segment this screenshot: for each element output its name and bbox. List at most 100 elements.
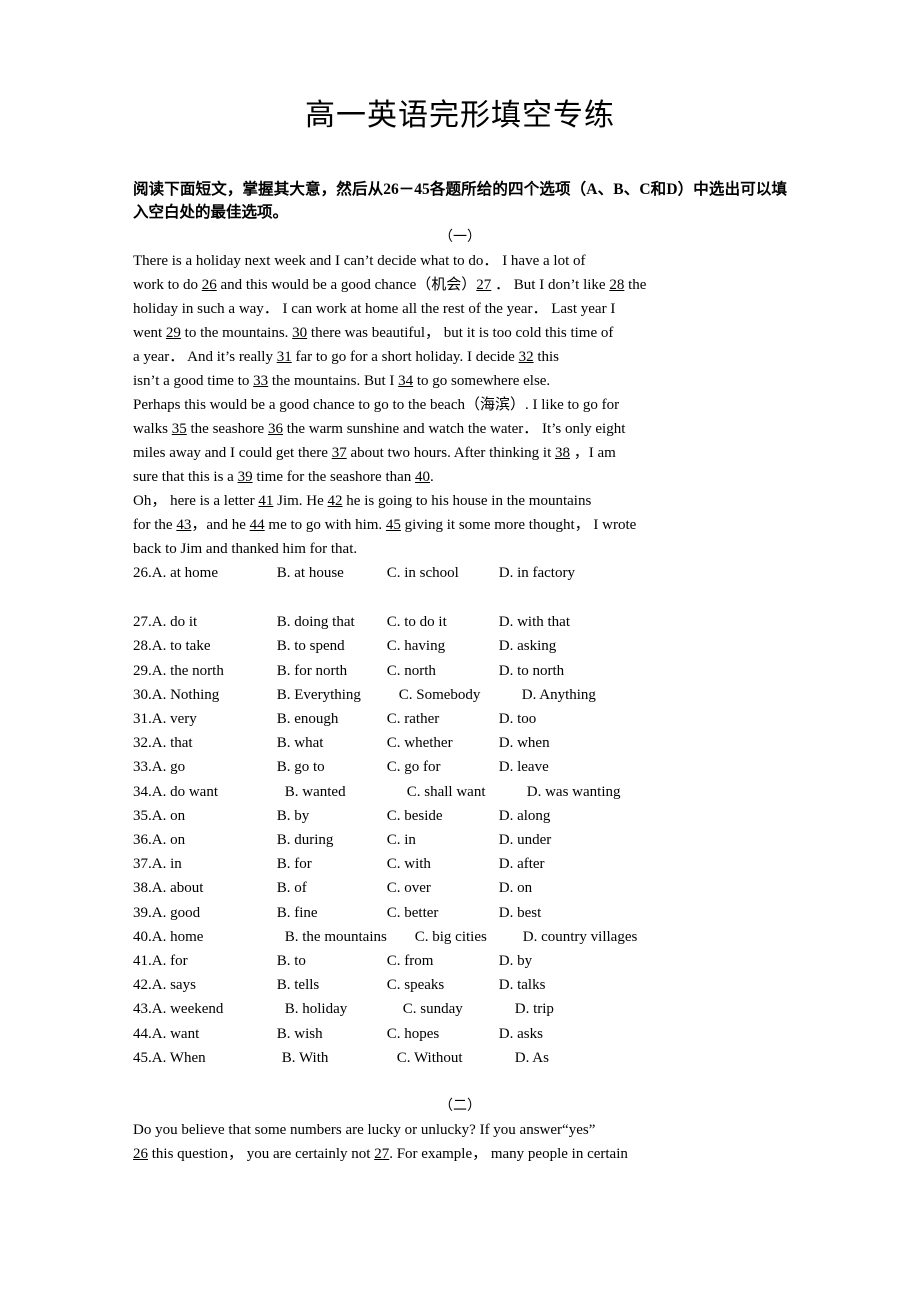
answer-option[interactable]: A. for <box>152 949 277 973</box>
answer-option[interactable]: D. in factory <box>499 561 575 585</box>
answer-option[interactable]: D. country villages <box>523 925 638 949</box>
answer-option[interactable]: A. in <box>152 852 277 876</box>
answer-option[interactable]: C. better <box>387 901 499 925</box>
question-row: 34. A. do want B. wanted C. shall want D. w… <box>133 780 787 804</box>
question-row: 40. A. home B. the mountains C. big cities… <box>133 925 787 949</box>
answer-option[interactable]: A. Nothing <box>152 683 277 707</box>
answer-option[interactable]: C. with <box>387 852 499 876</box>
answer-option[interactable]: B. at house <box>277 561 387 585</box>
answer-option[interactable]: B. to spend <box>277 634 387 658</box>
answer-option[interactable]: A. about <box>152 876 277 900</box>
passage-text: went <box>133 325 166 341</box>
answer-option[interactable]: A. very <box>152 707 277 731</box>
answer-option[interactable]: D. talks <box>499 973 546 997</box>
answer-option[interactable]: B. enough <box>277 707 387 731</box>
answer-option[interactable]: D. to north <box>499 659 564 683</box>
answer-option[interactable]: C. north <box>387 659 499 683</box>
question-row: 39. A. good B. fine C. better D. best <box>133 901 787 925</box>
answer-option[interactable]: C. over <box>387 876 499 900</box>
answer-option[interactable]: A. says <box>152 973 277 997</box>
answer-option[interactable]: A. at home <box>152 561 277 585</box>
answer-option[interactable]: C. Without <box>397 1046 515 1070</box>
answer-option[interactable]: D. asking <box>499 634 557 658</box>
answer-option[interactable]: C. from <box>387 949 499 973</box>
answer-option[interactable]: B. fine <box>277 901 387 925</box>
answer-option[interactable]: A. want <box>152 1022 277 1046</box>
blank-number: 27 <box>374 1146 390 1163</box>
question-row: 36. A. on B. during C. in D. under <box>133 828 787 852</box>
answer-option[interactable]: D. on <box>499 876 532 900</box>
answer-option[interactable]: B. tells <box>277 973 387 997</box>
answer-option[interactable]: D. too <box>499 707 537 731</box>
row-spacer <box>133 585 787 610</box>
answer-option[interactable]: A. on <box>152 804 277 828</box>
question-row: 41. A. for B. to C. from D. by <box>133 949 787 973</box>
question-number: 32. <box>133 735 152 752</box>
answer-option[interactable]: C. to do it <box>387 610 499 634</box>
answer-option[interactable]: B. for <box>277 852 387 876</box>
answer-option[interactable]: C. rather <box>387 707 499 731</box>
answer-option[interactable]: A. good <box>152 901 277 925</box>
answer-option[interactable]: C. shall want <box>407 780 527 804</box>
answer-option[interactable]: B. With <box>282 1046 397 1070</box>
passage-text: Jim. He <box>273 493 328 509</box>
answer-option[interactable]: D. with that <box>499 610 570 634</box>
answer-option[interactable]: D. under <box>499 828 552 852</box>
answer-option[interactable]: D. was wanting <box>527 780 621 804</box>
passage-text: I have a lot of <box>502 253 586 269</box>
answer-option[interactable]: B. during <box>277 828 387 852</box>
answer-option[interactable]: D. Anything <box>522 683 596 707</box>
answer-option[interactable]: C. in <box>387 828 499 852</box>
answer-option[interactable]: A. that <box>152 731 277 755</box>
answer-option[interactable]: D. best <box>499 901 542 925</box>
answer-option[interactable]: D. asks <box>499 1022 543 1046</box>
answer-option[interactable]: A. do want <box>152 780 285 804</box>
answer-option[interactable]: A. When <box>152 1046 282 1070</box>
question-number: 27. <box>133 614 152 631</box>
passage-text: ． But I don’t like <box>491 277 610 293</box>
question-number: 42. <box>133 977 152 994</box>
answer-option[interactable]: B. holiday <box>285 997 403 1021</box>
answer-option[interactable]: C. Somebody <box>399 683 522 707</box>
answer-option[interactable]: D. along <box>499 804 551 828</box>
answer-option[interactable]: B. for north <box>277 659 387 683</box>
answer-option[interactable]: B. the mountains <box>285 925 415 949</box>
blank-number: 44 <box>249 517 265 533</box>
answer-option[interactable]: B. what <box>277 731 387 755</box>
answer-option[interactable]: D. leave <box>499 755 549 779</box>
answer-option[interactable]: D. by <box>499 949 532 973</box>
passage-line: walks 35 the seashore 36 the warm sunshi… <box>133 417 787 441</box>
answer-option[interactable]: A. on <box>152 828 277 852</box>
answer-option[interactable]: C. sunday <box>403 997 515 1021</box>
answer-option[interactable]: C. big cities <box>415 925 523 949</box>
answer-option[interactable]: B. of <box>277 876 387 900</box>
passage-text: holiday in such a way． I can work at hom… <box>133 301 616 317</box>
answer-option[interactable]: A. to take <box>152 634 277 658</box>
answer-option[interactable]: B. to <box>277 949 387 973</box>
page-title: 高一英语完形填空专练 <box>305 99 615 132</box>
answer-option[interactable]: C. beside <box>387 804 499 828</box>
answer-option[interactable]: B. wanted <box>285 780 407 804</box>
answer-option[interactable]: C. in school <box>387 561 499 585</box>
answer-option[interactable]: A. weekend <box>152 997 285 1021</box>
answer-option[interactable]: C. hopes <box>387 1022 499 1046</box>
answer-option[interactable]: A. do it <box>152 610 277 634</box>
answer-option[interactable]: B. doing that <box>277 610 387 634</box>
answer-option[interactable]: C. whether <box>387 731 499 755</box>
answer-option[interactable]: A. home <box>152 925 285 949</box>
answer-option[interactable]: D. when <box>499 731 550 755</box>
answer-option[interactable]: C. having <box>387 634 499 658</box>
answer-option[interactable]: B. by <box>277 804 387 828</box>
answer-option[interactable]: B. wish <box>277 1022 387 1046</box>
blank-number: 37 <box>331 445 347 461</box>
answer-option[interactable]: C. speaks <box>387 973 499 997</box>
answer-option[interactable]: A. the north <box>152 659 277 683</box>
answer-option[interactable]: C. go for <box>387 755 499 779</box>
answer-option[interactable]: A. go <box>152 755 277 779</box>
answer-option[interactable]: D. trip <box>515 997 554 1021</box>
answer-option[interactable]: D. As <box>515 1046 549 1070</box>
answer-option[interactable]: B. go to <box>277 755 387 779</box>
answer-option[interactable]: B. Everything <box>277 683 399 707</box>
answer-option[interactable]: D. after <box>499 852 545 876</box>
